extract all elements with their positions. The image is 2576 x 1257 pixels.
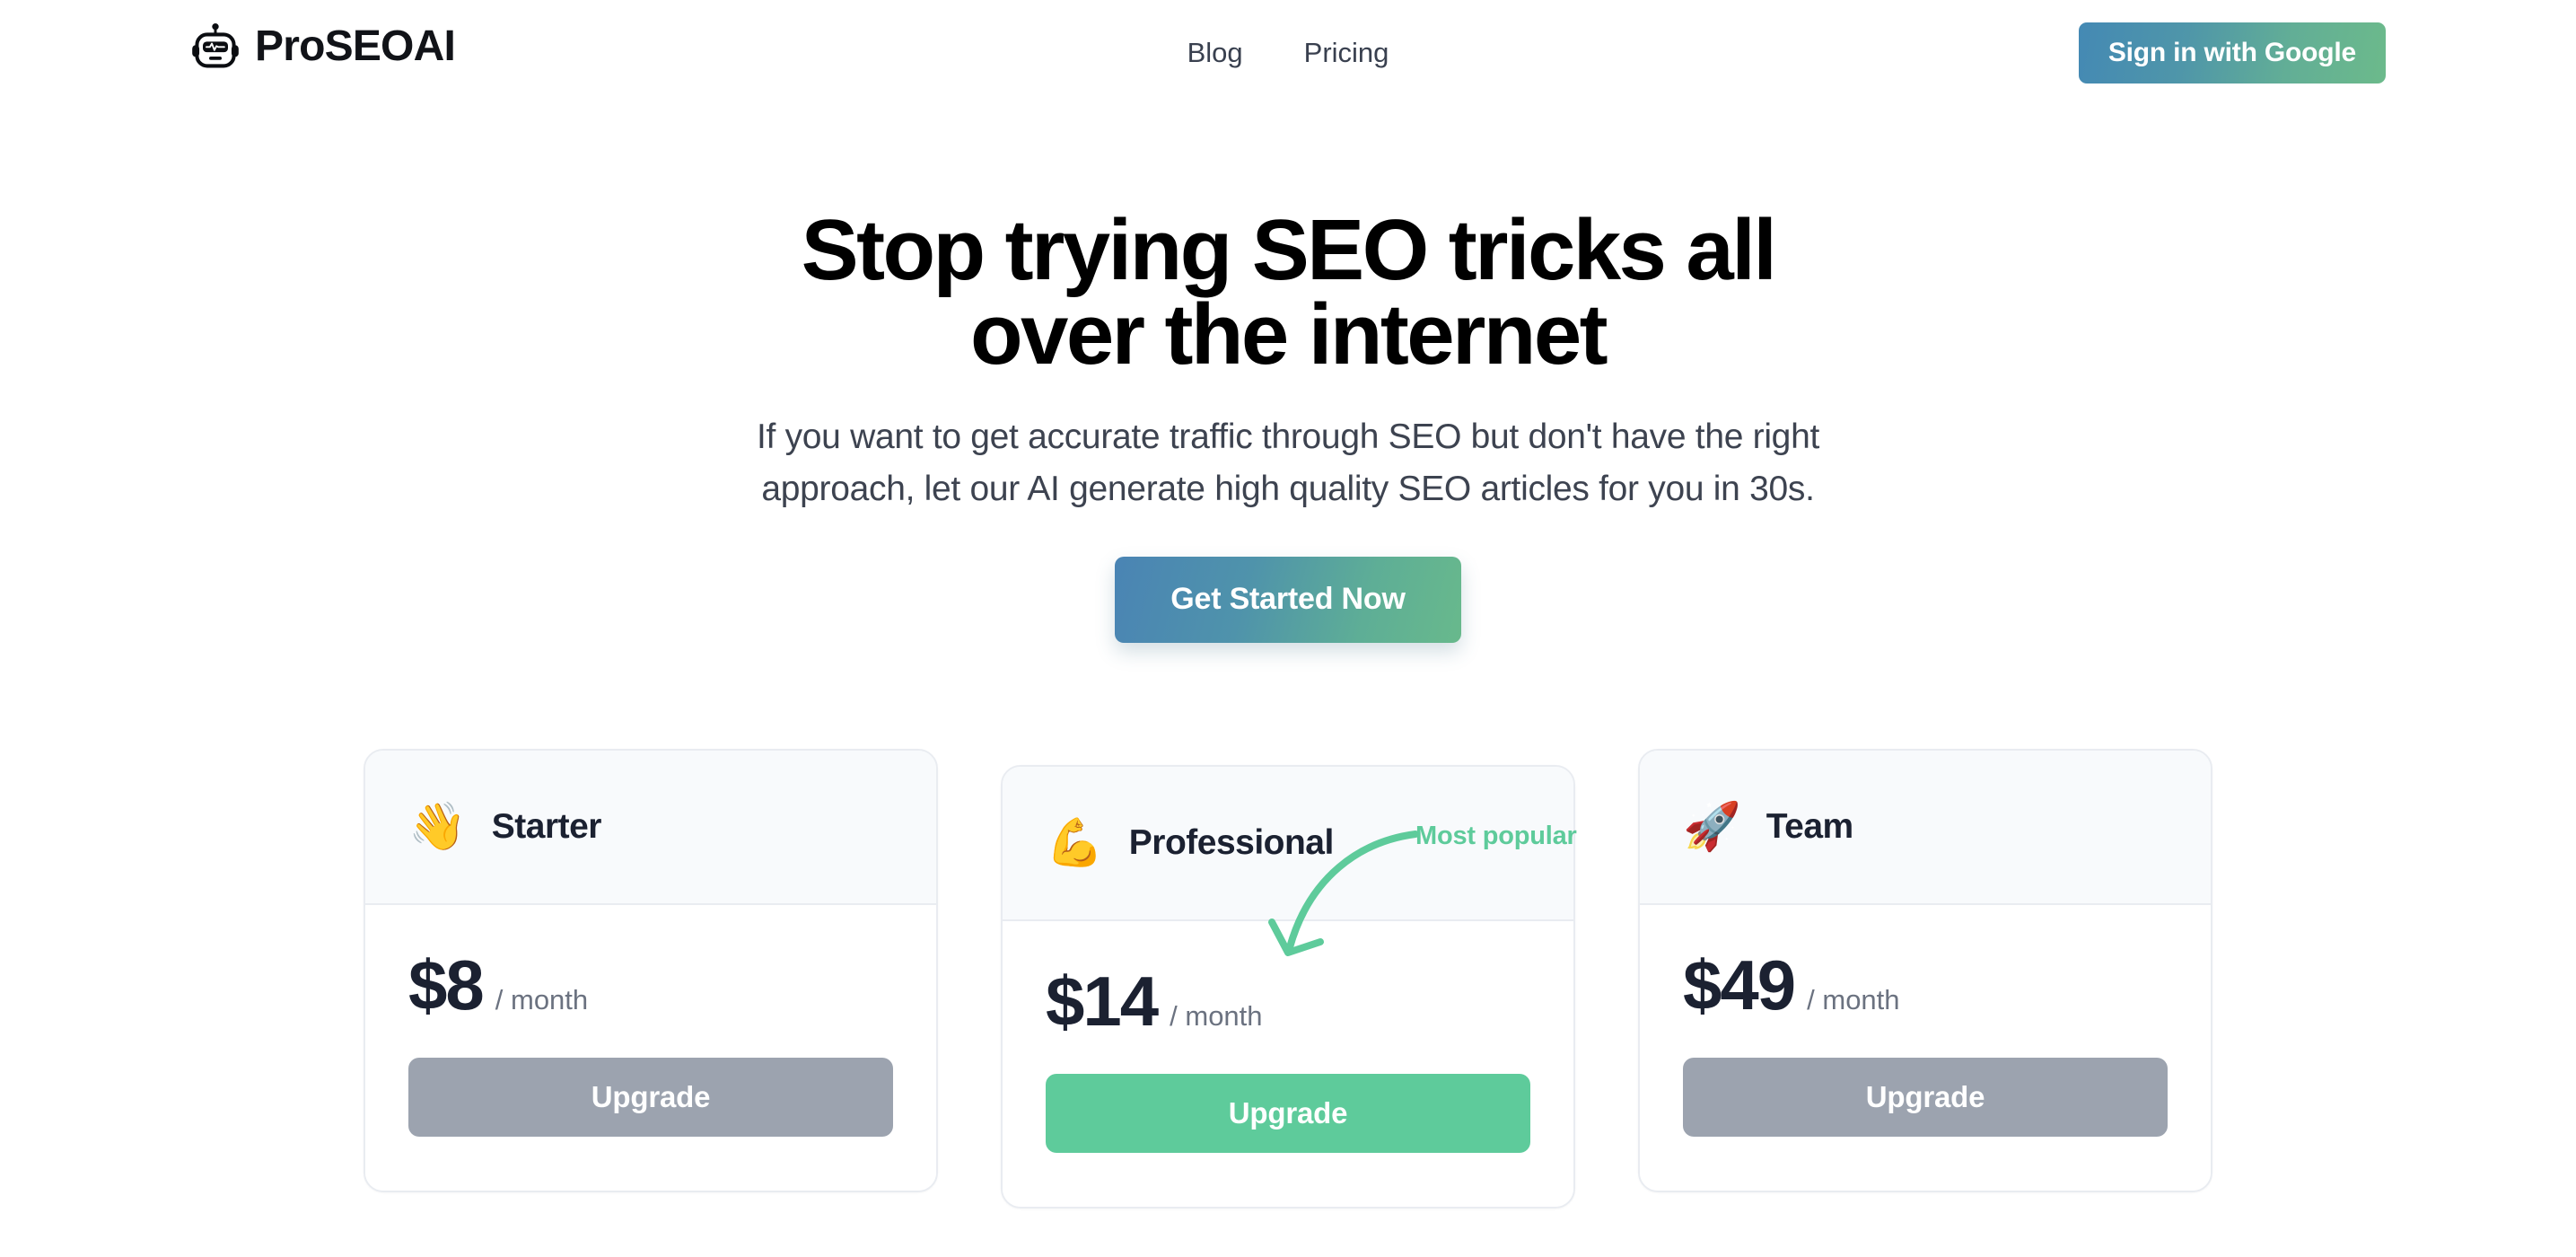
plan-price: $14 — [1046, 961, 1159, 1041]
pricing-card-body: $8 / month Upgrade — [365, 904, 936, 1191]
plan-price: $49 — [1683, 945, 1796, 1024]
site-header: ProSEOAI Blog Pricing Sign in with Googl… — [0, 0, 2576, 119]
brand-name: ProSEOAI — [255, 22, 456, 70]
pricing-card-header: 👋 Starter — [365, 750, 936, 905]
price-row: $8 / month — [408, 950, 893, 1020]
pricing-card-header: 💪 Professional — [1003, 766, 1573, 921]
plan-price-period: / month — [495, 983, 589, 1015]
plan-name: Starter — [491, 807, 602, 847]
landing-page: ProSEOAI Blog Pricing Sign in with Googl… — [0, 0, 2576, 1257]
hero-cta-wrapper: Get Started Now — [0, 556, 2576, 643]
sign-in-with-google-button[interactable]: Sign in with Google — [2078, 22, 2386, 84]
price-row: $49 / month — [1683, 950, 2168, 1020]
flexed-biceps-emoji: 💪 — [1046, 815, 1104, 870]
plan-price: $8 — [408, 945, 485, 1024]
plan-name: Team — [1766, 807, 1854, 847]
pricing-card-body: $49 / month Upgrade — [1640, 904, 2211, 1191]
pricing-section: 👋 Starter $8 / month Upgrade 💪 Professio… — [0, 748, 2576, 1209]
price-row: $14 / month — [1046, 966, 1530, 1036]
pricing-card-professional[interactable]: 💪 Professional $14 / month Upgrade — [1001, 764, 1575, 1209]
upgrade-button-professional[interactable]: Upgrade — [1046, 1073, 1530, 1153]
upgrade-button-starter[interactable]: Upgrade — [408, 1057, 893, 1137]
pricing-card-team[interactable]: 🚀 Team $49 / month Upgrade — [1638, 748, 2212, 1192]
pricing-card-starter[interactable]: 👋 Starter $8 / month Upgrade — [364, 748, 938, 1192]
plan-price-period: / month — [1807, 983, 1900, 1015]
hero-subtitle: If you want to get accurate traffic thro… — [756, 418, 1819, 508]
brand-logo-link[interactable]: ProSEOAI — [190, 22, 456, 72]
plan-name: Professional — [1128, 823, 1335, 863]
pricing-card-header: 🚀 Team — [1640, 750, 2211, 905]
pricing-card-body: $14 / month Upgrade — [1003, 920, 1573, 1207]
robot-head-icon — [190, 22, 241, 72]
hero-section: Stop trying SEO tricks all over the inte… — [0, 119, 2576, 643]
main-nav: Blog Pricing — [1187, 36, 1389, 69]
upgrade-button-team[interactable]: Upgrade — [1683, 1057, 2168, 1137]
waving-hand-emoji: 👋 — [408, 799, 467, 854]
nav-item-blog[interactable]: Blog — [1187, 36, 1243, 69]
get-started-button[interactable]: Get Started Now — [1115, 556, 1461, 643]
rocket-emoji: 🚀 — [1683, 799, 1741, 854]
page-title: Stop trying SEO tricks all over the inte… — [801, 202, 1777, 383]
nav-item-pricing[interactable]: Pricing — [1304, 36, 1389, 69]
plan-price-period: / month — [1170, 999, 1263, 1032]
